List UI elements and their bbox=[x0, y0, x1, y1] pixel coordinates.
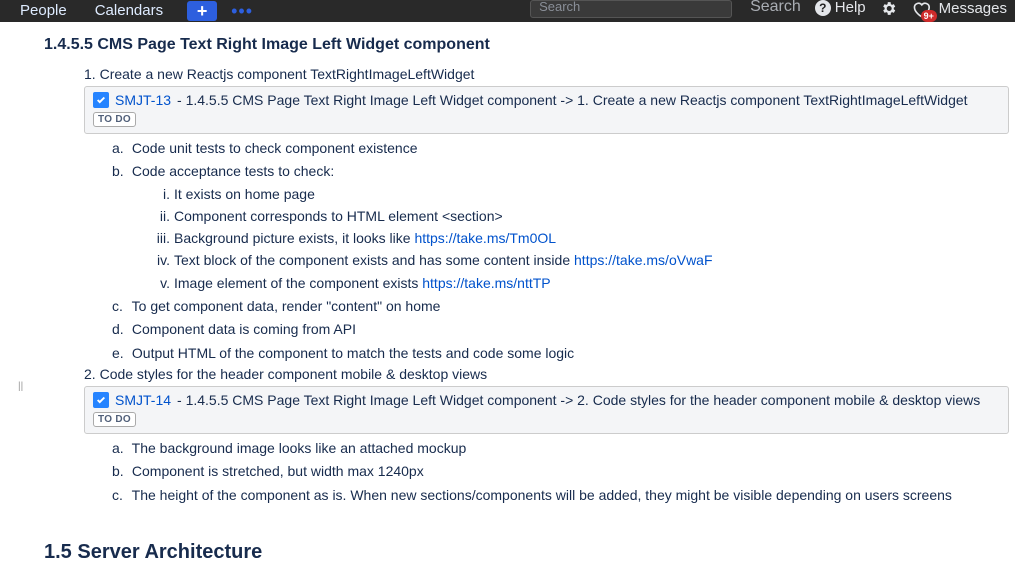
label-v: v. bbox=[152, 273, 170, 293]
task-1-b-v: Image element of the component exists bbox=[174, 275, 422, 291]
label-b: b. bbox=[112, 161, 128, 181]
label-c: c. bbox=[112, 485, 128, 505]
task-1-b: Code acceptance tests to check: bbox=[132, 163, 334, 179]
jira-key-link[interactable]: SMJT-14 bbox=[115, 392, 171, 408]
task-1-a: Code unit tests to check component exist… bbox=[132, 140, 418, 156]
next-section-heading: 1.5 Server Architecture bbox=[44, 541, 1009, 564]
task-1-e: Output HTML of the component to match th… bbox=[132, 345, 574, 361]
help-icon: ? bbox=[815, 0, 831, 16]
section-heading: 1.4.5.5 CMS Page Text Right Image Left W… bbox=[44, 36, 1009, 54]
nav-people[interactable]: People bbox=[8, 4, 79, 18]
settings-gear-icon[interactable] bbox=[880, 0, 897, 20]
jira-task-type-icon bbox=[93, 392, 109, 408]
jira-summary: - 1.4.5.5 CMS Page Text Right Image Left… bbox=[177, 92, 968, 108]
messages-badge: 9+ bbox=[921, 10, 937, 22]
jira-summary: - 1.4.5.5 CMS Page Text Right Image Left… bbox=[177, 392, 980, 408]
task-list: 1. Create a new Reactjs component TextRi… bbox=[44, 66, 1009, 505]
label-a: a. bbox=[112, 138, 128, 158]
task-item-2: 2. Code styles for the header component … bbox=[84, 366, 1009, 505]
label-ii: ii. bbox=[152, 206, 170, 226]
search-input[interactable]: Search bbox=[530, 0, 732, 18]
task-1-b-iii: Background picture exists, it looks like bbox=[174, 230, 414, 246]
page-body: || 1.4.5.5 CMS Page Text Right Image Lef… bbox=[0, 22, 1015, 564]
task-1-b-list: i.It exists on home page ii.Component co… bbox=[112, 184, 1009, 293]
content-area: 1.4.5.5 CMS Page Text Right Image Left W… bbox=[34, 36, 1015, 564]
jira-key-link[interactable]: SMJT-13 bbox=[115, 92, 171, 108]
search-link[interactable]: Search bbox=[750, 0, 801, 14]
left-gutter-handle[interactable]: || bbox=[18, 36, 34, 564]
jira-issue-smjt-13[interactable]: SMJT-13 - 1.4.5.5 CMS Page Text Right Im… bbox=[84, 86, 1009, 134]
task-1-title: Create a new Reactjs component TextRight… bbox=[100, 66, 475, 82]
label-a: a. bbox=[112, 438, 128, 458]
topbar-left: People Calendars + ••• bbox=[8, 0, 253, 22]
top-navigation-bar: People Calendars + ••• Search Search ? H… bbox=[0, 0, 1015, 22]
label-iv: iv. bbox=[152, 250, 170, 270]
help-button[interactable]: ? Help bbox=[815, 0, 866, 16]
topbar-right: Search ? Help 9+ Messages bbox=[750, 0, 1007, 22]
create-button[interactable]: + bbox=[187, 1, 217, 21]
jira-task-type-icon bbox=[93, 92, 109, 108]
link-ntttp[interactable]: https://take.ms/nttTP bbox=[422, 275, 550, 291]
task-item-1: 1. Create a new Reactjs component TextRi… bbox=[84, 66, 1009, 363]
nav-calendars[interactable]: Calendars bbox=[83, 4, 175, 18]
more-menu-button[interactable]: ••• bbox=[231, 4, 253, 18]
task-1-b-i: It exists on home page bbox=[174, 186, 315, 202]
messages-label: Messages bbox=[939, 2, 1007, 16]
messages-button[interactable]: 9+ Messages bbox=[911, 0, 1007, 18]
label-b: b. bbox=[112, 461, 128, 481]
search-placeholder: Search bbox=[539, 1, 580, 13]
task-1-sublist: a. Code unit tests to check component ex… bbox=[84, 138, 1009, 363]
task-2-b: Component is stretched, but width max 12… bbox=[132, 463, 424, 479]
task-2-a: The background image looks like an attac… bbox=[132, 440, 467, 456]
task-2-c: The height of the component as is. When … bbox=[132, 487, 952, 503]
task-1-c: To get component data, render "content" … bbox=[132, 298, 441, 314]
jira-issue-smjt-14[interactable]: SMJT-14 - 1.4.5.5 CMS Page Text Right Im… bbox=[84, 386, 1009, 434]
link-tm0ol[interactable]: https://take.ms/Tm0OL bbox=[414, 230, 556, 246]
label-d: d. bbox=[112, 319, 128, 339]
label-e: e. bbox=[112, 343, 128, 363]
task-2-title: Code styles for the header component mob… bbox=[100, 366, 488, 382]
label-iii: iii. bbox=[152, 228, 170, 248]
task-2-sublist: a. The background image looks like an at… bbox=[84, 438, 1009, 505]
label-c: c. bbox=[112, 296, 128, 316]
status-lozenge: TO DO bbox=[93, 412, 136, 427]
link-ovwaf[interactable]: https://take.ms/oVwaF bbox=[574, 252, 713, 268]
help-label: Help bbox=[835, 1, 866, 15]
task-1-b-ii: Component corresponds to HTML element <s… bbox=[174, 208, 503, 224]
label-i: i. bbox=[152, 184, 170, 204]
task-1-d: Component data is coming from API bbox=[132, 321, 356, 337]
task-1-b-iv: Text block of the component exists and h… bbox=[174, 252, 574, 268]
task-2-number: 2. bbox=[84, 366, 96, 382]
status-lozenge: TO DO bbox=[93, 112, 136, 127]
task-1-number: 1. bbox=[84, 66, 96, 82]
